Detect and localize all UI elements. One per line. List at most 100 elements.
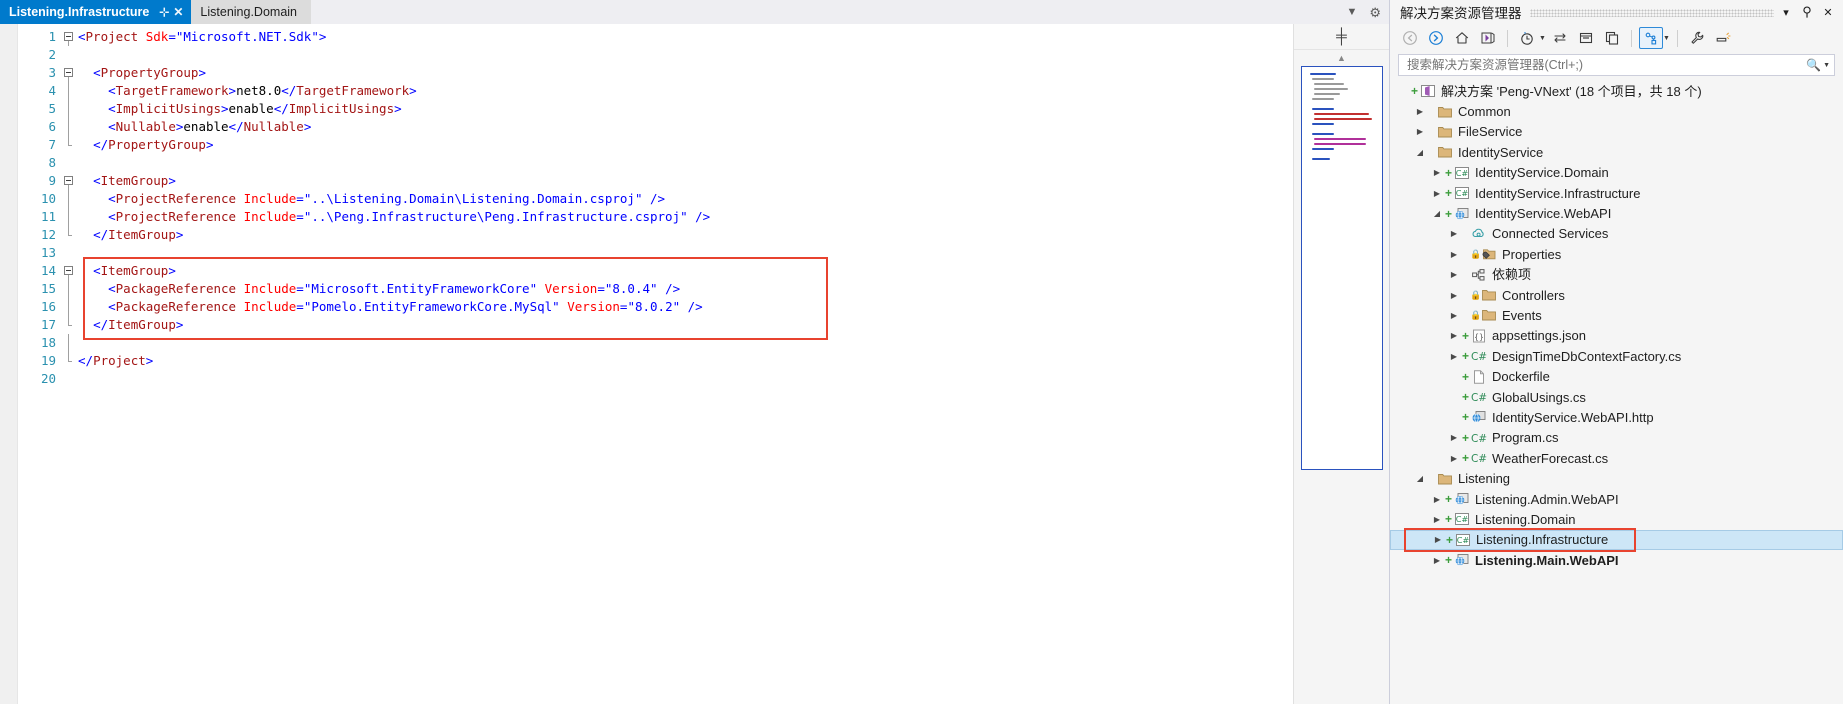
chevron-right-icon[interactable]: ▶ bbox=[1447, 352, 1461, 361]
outlining-row[interactable] bbox=[62, 82, 78, 100]
outlining-row[interactable] bbox=[62, 64, 78, 82]
outlining-row[interactable] bbox=[62, 334, 78, 352]
search-icon[interactable]: 🔍 bbox=[1806, 58, 1821, 72]
chevron-down-icon[interactable]: ◢ bbox=[1413, 148, 1427, 157]
outlining-row[interactable] bbox=[62, 226, 78, 244]
tree-item-designtimedbcontextfactory.cs[interactable]: ▶ + C# DesignTimeDbContextFactory.cs bbox=[1390, 346, 1843, 366]
chevron-down-icon[interactable]: ▼ bbox=[1823, 62, 1830, 69]
chevron-right-icon[interactable]: ▶ bbox=[1431, 535, 1445, 544]
outlining-row[interactable] bbox=[62, 136, 78, 154]
chevron-right-icon[interactable]: ▶ bbox=[1413, 127, 1427, 136]
outlining-row[interactable] bbox=[62, 352, 78, 370]
tree-item--[interactable]: ▶ 依赖项 bbox=[1390, 265, 1843, 285]
tree-item-listening.admin.webapi[interactable]: ▶ + Listening.Admin.WebAPI bbox=[1390, 489, 1843, 509]
outlining-row[interactable] bbox=[62, 370, 78, 388]
splitter-icon[interactable]: ╪ bbox=[1293, 24, 1389, 50]
search-input[interactable] bbox=[1405, 57, 1803, 73]
collapse-box-icon[interactable] bbox=[64, 32, 73, 41]
chevron-right-icon[interactable]: ▶ bbox=[1430, 515, 1444, 524]
chevron-down-icon[interactable]: ▼ bbox=[1539, 35, 1546, 42]
tree-item-properties[interactable]: ▶ 🔒 Properties bbox=[1390, 244, 1843, 264]
outlining-margin[interactable] bbox=[62, 24, 78, 704]
pin-button[interactable]: ⚲ bbox=[1798, 3, 1816, 21]
outlining-row[interactable] bbox=[62, 280, 78, 298]
code-line[interactable]: </ItemGroup> bbox=[78, 316, 1293, 334]
close-icon[interactable]: ✕ bbox=[173, 6, 183, 18]
collapse-all-button[interactable] bbox=[1574, 27, 1598, 49]
outlining-row[interactable] bbox=[62, 154, 78, 172]
chevron-right-icon[interactable]: ▶ bbox=[1447, 291, 1461, 300]
outlining-row[interactable] bbox=[62, 46, 78, 64]
tree-item-fileservice[interactable]: ▶ FileService bbox=[1390, 122, 1843, 142]
tree-item-common[interactable]: ▶ Common bbox=[1390, 101, 1843, 121]
chevron-right-icon[interactable]: ▶ bbox=[1447, 311, 1461, 320]
code-line[interactable]: <Project Sdk="Microsoft.NET.Sdk"> bbox=[78, 28, 1293, 46]
outlining-row[interactable] bbox=[62, 190, 78, 208]
code-line[interactable] bbox=[78, 370, 1293, 388]
chevron-right-icon[interactable]: ▶ bbox=[1430, 168, 1444, 177]
code-line[interactable]: <PackageReference Include="Microsoft.Ent… bbox=[78, 280, 1293, 298]
chevron-right-icon[interactable]: ▶ bbox=[1447, 433, 1461, 442]
code-line[interactable]: <ItemGroup> bbox=[78, 262, 1293, 280]
outlining-row[interactable] bbox=[62, 172, 78, 190]
code-minimap[interactable] bbox=[1300, 66, 1383, 470]
tree-item-listening[interactable]: ◢ Listening bbox=[1390, 468, 1843, 488]
chevron-right-icon[interactable]: ▶ bbox=[1447, 331, 1461, 340]
chevron-right-icon[interactable]: ▶ bbox=[1413, 107, 1427, 116]
collapse-box-icon[interactable] bbox=[64, 266, 73, 275]
code-text-area[interactable]: <Project Sdk="Microsoft.NET.Sdk"> <Prope… bbox=[78, 24, 1293, 704]
collapse-box-icon[interactable] bbox=[64, 176, 73, 185]
chevron-down-icon[interactable]: ▼ bbox=[1663, 35, 1670, 42]
code-line[interactable]: </ItemGroup> bbox=[78, 226, 1293, 244]
tree-item-listening.domain[interactable]: ▶ + C# Listening.Domain bbox=[1390, 509, 1843, 529]
solution-filter-button[interactable] bbox=[1711, 27, 1735, 49]
forward-button[interactable] bbox=[1424, 27, 1448, 49]
chevron-right-icon[interactable]: ▶ bbox=[1447, 270, 1461, 279]
chevron-down-icon[interactable]: ◢ bbox=[1413, 474, 1427, 483]
tree-item-dockerfile[interactable]: + Dockerfile bbox=[1390, 366, 1843, 386]
code-line[interactable]: </Project> bbox=[78, 352, 1293, 370]
back-button[interactable] bbox=[1398, 27, 1422, 49]
pin-icon[interactable]: ⊹ bbox=[159, 6, 169, 18]
home-button[interactable] bbox=[1450, 27, 1474, 49]
chevron-up-icon[interactable]: ▲ bbox=[1293, 50, 1389, 66]
tree-item-identityservice.domain[interactable]: ▶ + C# IdentityService.Domain bbox=[1390, 163, 1843, 183]
code-line[interactable]: <ProjectReference Include="..\Peng.Infra… bbox=[78, 208, 1293, 226]
sync-with-document-button[interactable] bbox=[1476, 27, 1500, 49]
code-line[interactable]: <PropertyGroup> bbox=[78, 64, 1293, 82]
chevron-right-icon[interactable]: ▶ bbox=[1447, 454, 1461, 463]
tree-item-connected-services[interactable]: ▶ Connected Services bbox=[1390, 224, 1843, 244]
pending-changes-button[interactable] bbox=[1515, 27, 1539, 49]
tab-listening-domain[interactable]: Listening.Domain bbox=[191, 0, 312, 24]
close-button[interactable]: ✕ bbox=[1819, 3, 1837, 21]
outlining-row[interactable] bbox=[62, 100, 78, 118]
tree-item-weatherforecast.cs[interactable]: ▶ + C# WeatherForecast.cs bbox=[1390, 448, 1843, 468]
chevron-right-icon[interactable]: ▶ bbox=[1430, 556, 1444, 565]
tree-item-events[interactable]: ▶ 🔒 Events bbox=[1390, 305, 1843, 325]
tree-item-identityservice.webapi[interactable]: ◢ + IdentityService.WebAPI bbox=[1390, 203, 1843, 223]
preview-selected-items-button[interactable] bbox=[1638, 27, 1663, 49]
tree-item-listening.main.webapi[interactable]: ▶ + Listening.Main.WebAPI bbox=[1390, 550, 1843, 570]
tree-item-controllers[interactable]: ▶ 🔒 Controllers bbox=[1390, 285, 1843, 305]
search-box[interactable]: 🔍 ▼ bbox=[1398, 54, 1835, 76]
tree-item-identityservice.infrastructure[interactable]: ▶ + C# IdentityService.Infrastructure bbox=[1390, 183, 1843, 203]
code-line[interactable] bbox=[78, 154, 1293, 172]
tab-listening-infrastructure[interactable]: Listening.Infrastructure ⊹ ✕ bbox=[0, 0, 192, 24]
tree-item-program.cs[interactable]: ▶ + C# Program.cs bbox=[1390, 428, 1843, 448]
outlining-row[interactable] bbox=[62, 28, 78, 46]
tree-item--peng-vnext-18-18-[interactable]: + 解决方案 'Peng-VNext' (18 个项目，共 18 个) bbox=[1390, 81, 1843, 101]
code-line[interactable] bbox=[78, 334, 1293, 352]
outlining-row[interactable] bbox=[62, 316, 78, 334]
tree-item-listening.infrastructure[interactable]: ▶ + C# Listening.Infrastructure bbox=[1390, 529, 1843, 550]
drag-dots[interactable] bbox=[1529, 9, 1774, 17]
properties-button[interactable] bbox=[1685, 27, 1709, 49]
chevron-right-icon[interactable]: ▶ bbox=[1447, 229, 1461, 238]
show-all-files-button[interactable] bbox=[1600, 27, 1624, 49]
solution-tree[interactable]: + 解决方案 'Peng-VNext' (18 个项目，共 18 个) ▶ Comm… bbox=[1390, 79, 1843, 704]
chevron-down-icon[interactable]: ◢ bbox=[1430, 209, 1444, 218]
tree-item-identityservice[interactable]: ◢ IdentityService bbox=[1390, 142, 1843, 162]
code-line[interactable] bbox=[78, 244, 1293, 262]
code-line[interactable]: <ItemGroup> bbox=[78, 172, 1293, 190]
window-dropdown-button[interactable]: ▾ bbox=[1777, 3, 1795, 21]
code-line[interactable]: </PropertyGroup> bbox=[78, 136, 1293, 154]
